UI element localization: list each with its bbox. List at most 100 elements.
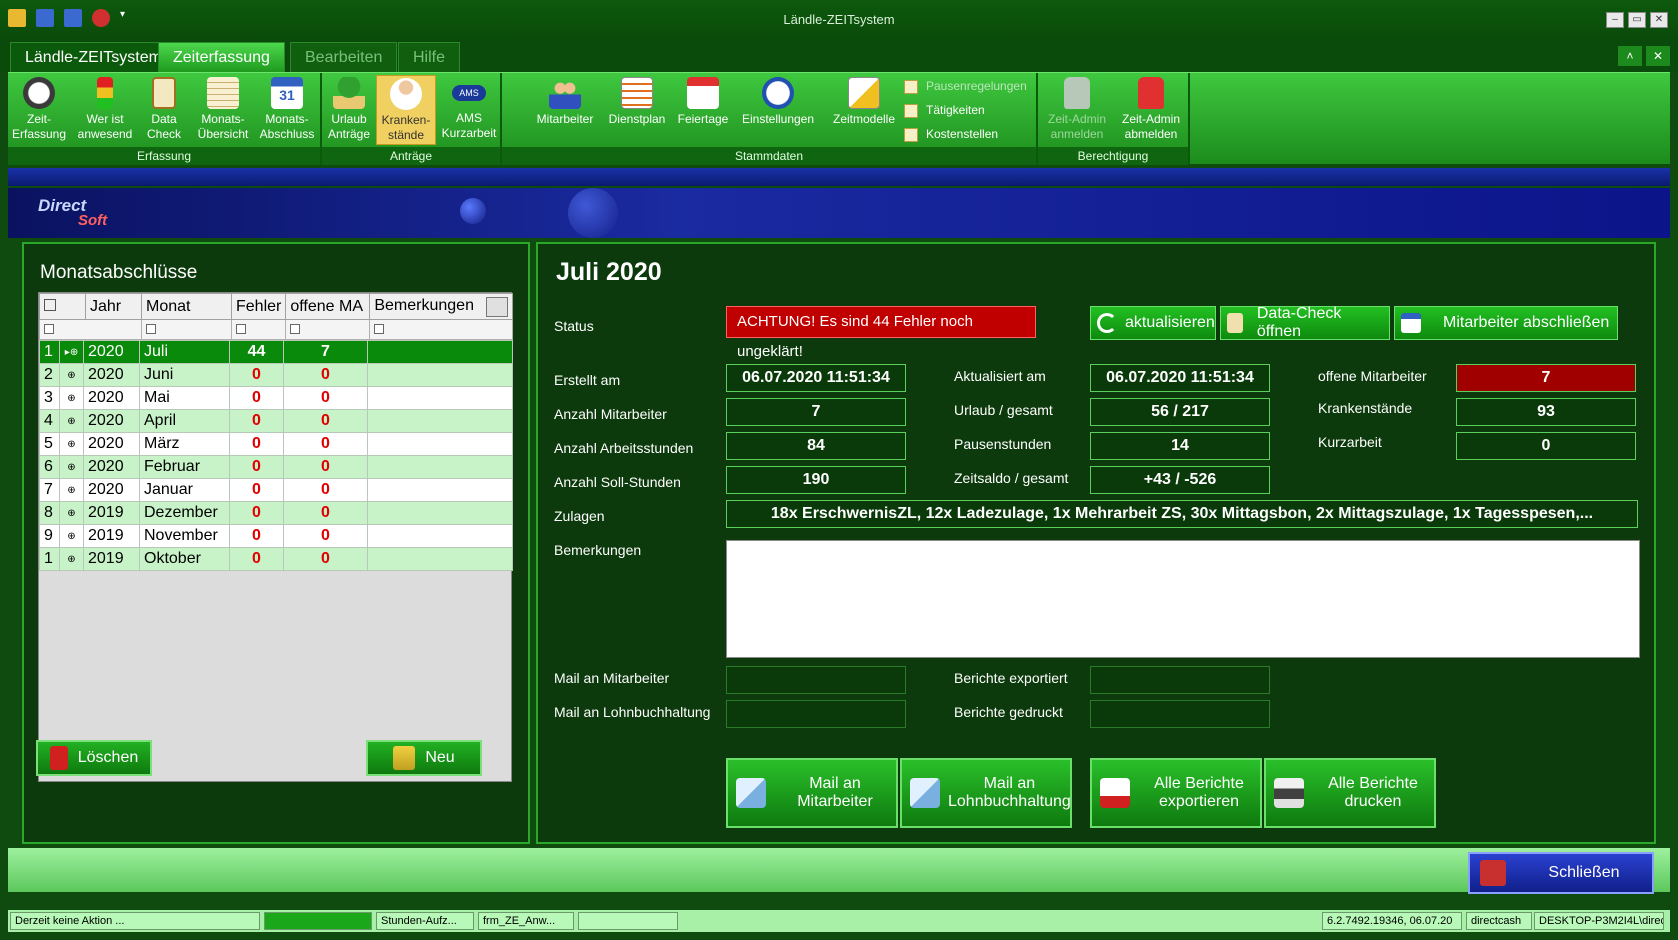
offene-mitarbeiter-value: 7 xyxy=(1456,364,1636,392)
cell-monat: Mai xyxy=(139,386,230,410)
einstellungen-button[interactable]: Einstellungen xyxy=(736,75,820,145)
soll-stunden-label: Anzahl Soll-Stunden xyxy=(554,474,681,490)
col-monat[interactable]: Monat xyxy=(141,293,232,320)
table-row[interactable]: 2 ⊕ 2020 Juni 0 0 xyxy=(39,363,513,387)
taskbar-item-empty[interactable] xyxy=(578,912,678,930)
neu-button[interactable]: Neu xyxy=(366,740,482,776)
zeit-admin-anmelden-button[interactable]: Zeit-Admin anmelden xyxy=(1042,75,1112,145)
table-row[interactable]: 1 ▸⊕ 2020 Juli 44 7 xyxy=(39,340,513,364)
blue-separator xyxy=(8,168,1670,186)
taetigkeiten-button[interactable]: Tätigkeiten xyxy=(904,103,985,118)
cell-monat: Dezember xyxy=(139,501,230,525)
grid-settings-header[interactable] xyxy=(39,293,86,320)
row-indicator: ⊕ xyxy=(59,386,84,410)
feiertage-button[interactable]: Feiertage xyxy=(674,75,732,145)
kurzarbeit-value: 0 xyxy=(1456,432,1636,460)
table-row[interactable]: 9 ⊕ 2019 November 0 0 xyxy=(39,524,513,548)
dienstplan-button[interactable]: Dienstplan xyxy=(604,75,670,145)
column-chooser-icon[interactable] xyxy=(486,296,508,317)
taskbar-item-frm[interactable]: frm_ZE_Anw... xyxy=(478,912,574,930)
alle-berichte-drucken-button[interactable]: Alle Berichte drucken xyxy=(1264,758,1436,828)
filter-fehler[interactable] xyxy=(230,319,287,340)
monatsabschluesse-grid[interactable]: Jahr Monat Fehler offene MA Bemerkungen … xyxy=(38,292,513,782)
cell-fehler: 44 xyxy=(229,340,284,364)
col-fehler[interactable]: Fehler xyxy=(230,293,287,320)
loeschen-button[interactable]: Löschen xyxy=(36,740,152,776)
filter-icon xyxy=(290,323,301,334)
wer-ist-anwesend-button[interactable]: Wer ist anwesend xyxy=(76,75,134,145)
aktualisiert-am-label: Aktualisiert am xyxy=(954,368,1046,384)
maximize-button[interactable]: ▭ xyxy=(1628,12,1646,28)
table-row[interactable]: 8 ⊕ 2019 Dezember 0 0 xyxy=(39,501,513,525)
mitarbeiter-button[interactable]: Mitarbeiter xyxy=(532,75,598,145)
app-window: ▾ Ländle-ZEITsystem – ▭ ✕ Ländle-ZEITsys… xyxy=(0,0,1678,940)
cell-jahr: 2019 xyxy=(83,524,140,548)
clipboard-check-icon xyxy=(152,77,176,109)
traffic-light-icon xyxy=(97,77,113,109)
pdf-icon xyxy=(1100,778,1130,808)
tab-hilfe[interactable]: Hilfe xyxy=(398,42,461,72)
mail-an-lohnbuchhaltung-button[interactable]: Mail an Lohnbuchhaltung xyxy=(900,758,1072,828)
zeit-admin-abmelden-button[interactable]: Zeit-Admin abmelden xyxy=(1116,75,1186,145)
table-row[interactable]: 6 ⊕ 2020 Februar 0 0 xyxy=(39,455,513,479)
berichte-gedruckt-label: Berichte gedruckt xyxy=(954,704,1063,720)
data-check-button[interactable]: Data Check xyxy=(142,75,186,145)
cell-bemerkungen xyxy=(367,409,513,433)
filter-bemerkungen[interactable] xyxy=(369,319,513,340)
row-number: 2 xyxy=(39,363,60,387)
kostenstellen-button[interactable]: Kostenstellen xyxy=(904,127,998,142)
urlaub-antraege-button[interactable]: Urlaub Anträge xyxy=(326,75,372,145)
table-row[interactable]: 3 ⊕ 2020 Mai 0 0 xyxy=(39,386,513,410)
table-row[interactable]: 5 ⊕ 2020 März 0 0 xyxy=(39,432,513,456)
table-row[interactable]: 1 ⊕ 2019 Oktober 0 0 xyxy=(39,547,513,571)
tab-app[interactable]: Ländle-ZEITsystem xyxy=(10,42,177,72)
berichte-gedruckt-value xyxy=(1090,700,1270,728)
collapse-ribbon-icon[interactable]: ˄ xyxy=(1618,46,1642,66)
zeitmodelle-button[interactable]: Zeitmodelle xyxy=(828,75,900,145)
offene-mitarbeiter-label: offene Mitarbeiter xyxy=(1318,368,1427,384)
mail-an-lohnbuchhaltung-value xyxy=(726,700,906,728)
tab-zeiterfassung[interactable]: Zeiterfassung xyxy=(158,42,285,72)
zulagen-value: 18x ErschwernisZL, 12x Ladezulage, 1x Me… xyxy=(726,500,1638,528)
schliessen-button[interactable]: Schließen xyxy=(1468,852,1654,894)
cell-jahr: 2020 xyxy=(83,363,140,387)
cell-fehler: 0 xyxy=(229,501,284,525)
refresh-icon xyxy=(1097,313,1117,333)
mail-icon xyxy=(910,778,940,808)
cell-bemerkungen xyxy=(367,340,513,364)
close-window-button[interactable]: ✕ xyxy=(1650,12,1668,28)
filter-clear[interactable] xyxy=(39,319,142,340)
mitarbeiter-abschliessen-button[interactable]: Mitarbeiter abschließen xyxy=(1394,306,1618,340)
ams-kurzarbeit-button[interactable]: AMS AMS Kurzarbeit xyxy=(440,75,498,145)
filter-icon xyxy=(236,323,246,334)
group-erfassung: Zeit- Erfassung Wer ist anwesend Data Ch… xyxy=(8,73,322,165)
table-row[interactable]: 4 ⊕ 2020 April 0 0 xyxy=(39,409,513,433)
status-label: Status xyxy=(554,318,594,334)
cell-fehler: 0 xyxy=(229,455,284,479)
pausenregelungen-button[interactable]: Pausenregelungen xyxy=(904,79,1027,94)
minimize-button[interactable]: – xyxy=(1606,12,1624,28)
mail-an-mitarbeiter-button[interactable]: Mail an Mitarbeiter xyxy=(726,758,898,828)
group-stammdaten: Mitarbeiter Dienstplan Feiertage Einstel… xyxy=(502,73,1038,165)
alle-berichte-exportieren-button[interactable]: Alle Berichte exportieren xyxy=(1090,758,1262,828)
close-tab-icon[interactable]: ✕ xyxy=(1646,46,1670,66)
filter-offene[interactable] xyxy=(285,319,371,340)
krankenstaende-button[interactable]: Kranken- stände xyxy=(376,75,436,145)
aktualisieren-button[interactable]: aktualisieren xyxy=(1090,306,1216,340)
col-jahr[interactable]: Jahr xyxy=(85,293,142,320)
directsoft-logo: Direct Soft xyxy=(38,196,108,229)
tab-bearbeiten[interactable]: Bearbeiten xyxy=(290,42,398,72)
monats-uebersicht-button[interactable]: Monats- Übersicht xyxy=(194,75,252,145)
window-title: Ländle-ZEITsystem xyxy=(783,12,895,27)
bemerkungen-textarea[interactable] xyxy=(726,540,1640,658)
table-row[interactable]: 7 ⊕ 2020 Januar 0 0 xyxy=(39,478,513,502)
col-offene-ma[interactable]: offene MA xyxy=(285,293,371,320)
zeit-erfassung-button[interactable]: Zeit- Erfassung xyxy=(10,75,68,145)
status-version: 6.2.7492.19346, 06.07.20 xyxy=(1322,912,1462,930)
pausenstunden-label: Pausenstunden xyxy=(954,436,1052,452)
filter-monat[interactable] xyxy=(141,319,232,340)
monats-abschluss-button[interactable]: 31 Monats- Abschluss xyxy=(256,75,318,145)
col-bemerkungen[interactable]: Bemerkungen xyxy=(369,293,513,320)
data-check-oeffnen-button[interactable]: Data-Check öffnen xyxy=(1220,305,1390,340)
taskbar-item-stunden[interactable]: Stunden-Aufz... xyxy=(376,912,474,930)
